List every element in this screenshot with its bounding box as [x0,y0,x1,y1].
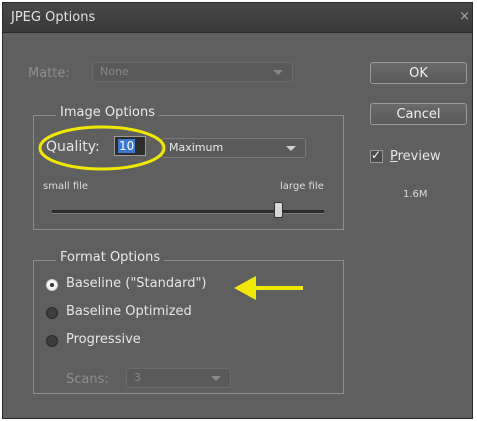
preview-checkbox[interactable]: ✓ [370,148,383,163]
quality-value: 10 [118,139,136,153]
scans-label: Scans: [66,372,109,387]
cancel-button[interactable]: Cancel [370,103,467,125]
quality-label: Quality: [46,139,100,155]
chevron-down-icon [273,70,283,75]
scans-select[interactable]: 3 [126,368,231,388]
format-options-legend: Format Options [56,250,165,265]
ok-button[interactable]: OK [370,62,467,84]
image-options-legend: Image Options [56,105,160,120]
radio-baseline-optimized[interactable] [46,307,58,319]
quality-preset-value: Maximum [169,141,224,154]
option-baseline-standard-label: Baseline ("Standard") [66,276,207,291]
slider-max-label: large file [280,181,324,192]
option-baseline-optimized-label: Baseline Optimized [66,304,192,319]
close-icon[interactable]: × [459,9,470,24]
dialog-title: JPEG Options [11,10,96,25]
slider-min-label: small file [43,181,89,192]
quality-input[interactable]: 10 [114,136,146,156]
chevron-down-icon [286,146,296,151]
matte-label: Matte: [28,66,70,81]
quality-slider-track[interactable] [52,210,324,214]
chevron-down-icon [211,376,221,381]
matte-select[interactable]: None [92,62,293,82]
radio-progressive[interactable] [46,335,58,347]
title-bar[interactable]: JPEG Options × [3,3,472,33]
scans-value: 3 [134,371,141,384]
quality-preset-select[interactable]: Maximum [161,138,306,158]
quality-slider-thumb[interactable] [273,202,283,218]
preview-label: Preview [390,149,441,164]
checkmark-icon: ✓ [371,148,382,162]
option-progressive-label: Progressive [66,332,141,347]
matte-value: None [100,65,129,78]
preview-file-size: 1.6M [403,189,428,200]
radio-baseline-standard[interactable] [46,279,58,291]
